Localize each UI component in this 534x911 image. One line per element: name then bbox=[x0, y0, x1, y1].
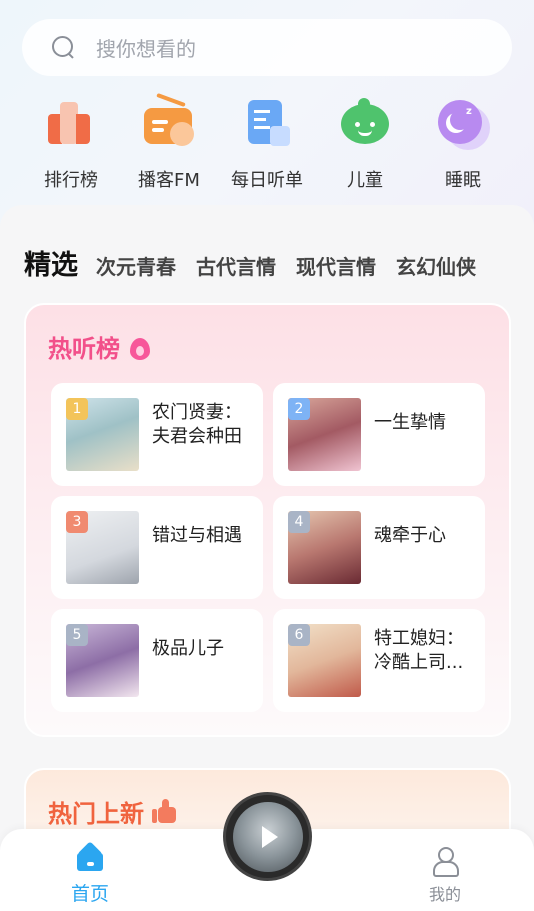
new-releases-title[interactable]: 热门上新 bbox=[48, 794, 176, 829]
sleep-icon: z bbox=[436, 96, 490, 150]
genre-tabs: 精选 次元青春 古代言情 现代言情 玄幻仙侠 bbox=[24, 243, 496, 282]
tab-youth[interactable]: 次元青春 bbox=[96, 251, 176, 280]
hot-list-card: 热听榜 1 农门贤妻：夫君会种田 2 一生挚情 3 错过与相遇 4 魂牵于心 5… bbox=[24, 303, 511, 737]
book-title: 错过与相遇 bbox=[152, 525, 242, 546]
rank-badge: 2 bbox=[288, 398, 310, 420]
search-bar[interactable]: 搜你想看的 bbox=[22, 19, 512, 76]
category-kids[interactable]: 儿童 bbox=[316, 92, 414, 192]
book-item[interactable]: 6 特工媳妇：冷酷上司... bbox=[273, 609, 485, 712]
category-label: 睡眠 bbox=[445, 170, 481, 191]
category-label: 排行榜 bbox=[44, 170, 98, 191]
category-shortcuts: 排行榜 播客FM 每日听单 儿童 z 睡眠 bbox=[22, 92, 512, 192]
book-item[interactable]: 1 农门贤妻：夫君会种田 bbox=[51, 383, 263, 486]
user-icon bbox=[432, 847, 459, 877]
hot-list-title-text: 热听榜 bbox=[48, 335, 120, 363]
hot-list-title[interactable]: 热听榜 bbox=[48, 329, 150, 364]
category-sleep[interactable]: z 睡眠 bbox=[414, 92, 512, 192]
category-ranking[interactable]: 排行榜 bbox=[22, 92, 120, 192]
category-podcast[interactable]: 播客FM bbox=[120, 92, 218, 192]
book-title: 农门贤妻：夫君会种田 bbox=[152, 402, 242, 447]
category-daily-list[interactable]: 每日听单 bbox=[218, 92, 316, 192]
thumbs-up-icon bbox=[152, 798, 176, 825]
now-playing-cover bbox=[232, 801, 303, 872]
new-releases-title-text: 热门上新 bbox=[48, 800, 144, 828]
home-icon bbox=[77, 845, 103, 871]
rank-badge: 5 bbox=[66, 624, 88, 646]
rank-badge: 1 bbox=[66, 398, 88, 420]
book-item[interactable]: 2 一生挚情 bbox=[273, 383, 485, 486]
book-item[interactable]: 3 错过与相遇 bbox=[51, 496, 263, 599]
radio-icon bbox=[142, 92, 196, 148]
category-label: 每日听单 bbox=[231, 170, 303, 191]
nav-me[interactable]: 我的 bbox=[420, 847, 470, 905]
search-placeholder: 搜你想看的 bbox=[96, 37, 196, 61]
search-icon bbox=[52, 35, 76, 60]
mini-player[interactable] bbox=[223, 792, 312, 881]
nav-home[interactable]: 首页 bbox=[62, 845, 118, 906]
book-title: 极品儿子 bbox=[152, 638, 224, 659]
book-item[interactable]: 4 魂牵于心 bbox=[273, 496, 485, 599]
rank-badge: 4 bbox=[288, 511, 310, 533]
rank-badge: 3 bbox=[66, 511, 88, 533]
nav-me-label: 我的 bbox=[428, 885, 461, 904]
category-label: 播客FM bbox=[138, 170, 200, 191]
book-item[interactable]: 5 极品儿子 bbox=[51, 609, 263, 712]
book-title: 一生挚情 bbox=[374, 412, 446, 433]
nav-home-label: 首页 bbox=[70, 883, 109, 905]
flame-icon bbox=[128, 334, 150, 360]
ranking-icon bbox=[44, 96, 98, 148]
rank-badge: 6 bbox=[288, 624, 310, 646]
tab-modern-romance[interactable]: 现代言情 bbox=[296, 251, 376, 280]
kid-icon bbox=[338, 95, 392, 148]
play-icon[interactable] bbox=[261, 825, 278, 848]
tab-ancient-romance[interactable]: 古代言情 bbox=[196, 251, 276, 280]
tab-fantasy[interactable]: 玄幻仙侠 bbox=[396, 251, 476, 280]
tab-featured[interactable]: 精选 bbox=[24, 243, 78, 282]
book-title: 魂牵于心 bbox=[374, 525, 446, 546]
category-label: 儿童 bbox=[347, 170, 383, 191]
book-title: 特工媳妇：冷酷上司... bbox=[374, 628, 464, 673]
playlist-icon bbox=[240, 96, 294, 148]
